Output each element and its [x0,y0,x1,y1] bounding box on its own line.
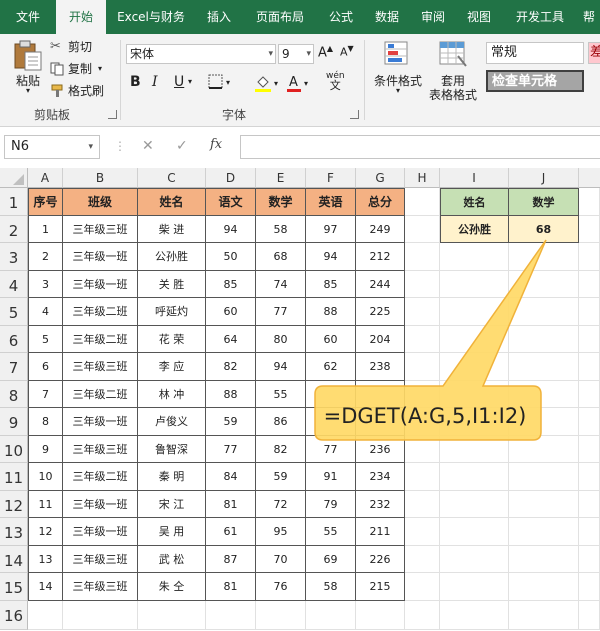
callout-bubble [314,239,547,441]
callout-formula-text: =DGET(A:G,5,I1:I2) [323,404,527,428]
